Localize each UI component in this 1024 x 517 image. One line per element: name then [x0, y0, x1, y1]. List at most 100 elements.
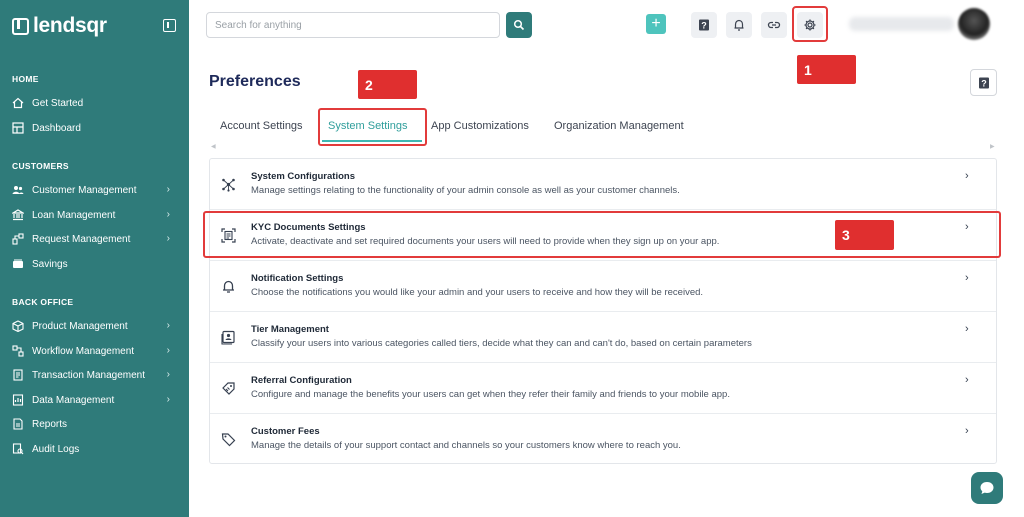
chevron-right-icon: › — [965, 374, 969, 386]
chat-support-button[interactable] — [971, 472, 1003, 504]
tag-icon — [220, 431, 236, 447]
sidebar: lendsqr HOME Get Started Dashboard CUSTO… — [0, 0, 189, 517]
sidebar-item-label: Customer Management — [32, 184, 137, 196]
tab-scroll-left-icon[interactable]: ◀ — [211, 143, 216, 150]
svg-text:?: ? — [981, 78, 987, 88]
tab-scroll-right-icon[interactable]: ▶ — [990, 143, 995, 150]
kyc-row-highlight-box — [203, 211, 1001, 258]
help-button[interactable]: ? — [691, 12, 717, 38]
settings-row-referral-configuration[interactable]: Referral Configuration Configure and man… — [210, 363, 996, 414]
avatar[interactable] — [958, 8, 990, 40]
sidebar-item-transaction-management[interactable]: Transaction Management › — [12, 365, 177, 385]
chevron-right-icon: › — [166, 233, 170, 244]
annotation-callout-2: 2 — [358, 70, 417, 99]
chevron-right-icon: › — [965, 170, 969, 182]
audit-icon — [12, 443, 24, 455]
chevron-right-icon: › — [166, 209, 170, 220]
setting-title: Tier Management — [251, 324, 329, 335]
sidebar-item-request-management[interactable]: Request Management › — [12, 229, 177, 249]
sidebar-item-label: Reports — [32, 418, 68, 430]
transaction-icon — [12, 369, 24, 381]
sidebar-item-savings[interactable]: Savings — [12, 254, 177, 274]
search-icon — [513, 19, 525, 31]
svg-text:?: ? — [701, 21, 707, 31]
bell-icon — [220, 278, 236, 294]
setting-description: Manage the details of your support conta… — [251, 440, 681, 451]
sidebar-collapse-icon[interactable] — [163, 19, 176, 32]
setting-description: Classify your users into various categor… — [251, 338, 752, 349]
referral-icon — [220, 380, 236, 396]
product-icon — [12, 320, 24, 332]
logo-icon — [12, 17, 29, 35]
reports-icon — [12, 418, 24, 430]
network-icon — [220, 176, 236, 192]
link-button[interactable] — [761, 12, 787, 38]
chevron-right-icon: › — [166, 320, 170, 331]
workflow-icon — [12, 345, 24, 357]
bell-icon — [734, 19, 744, 31]
sidebar-item-label: Workflow Management — [32, 345, 135, 357]
sidebar-item-label: Audit Logs — [32, 443, 80, 455]
sidebar-item-label: Transaction Management — [32, 369, 146, 381]
search-input[interactable] — [206, 12, 500, 38]
settings-row-customer-fees[interactable]: Customer Fees Manage the details of your… — [210, 414, 996, 465]
home-icon — [12, 97, 24, 109]
sidebar-item-label: Savings — [32, 258, 68, 270]
page-help-button[interactable]: ? — [970, 69, 997, 96]
tab-organization-management[interactable]: Organization Management — [554, 120, 684, 132]
chevron-right-icon: › — [965, 272, 969, 284]
user-name-blurred[interactable] — [849, 17, 954, 31]
request-icon — [12, 233, 24, 245]
chevron-right-icon: › — [166, 345, 170, 356]
brand-name: lendsqr — [33, 14, 107, 37]
id-card-icon — [220, 329, 236, 345]
data-icon — [12, 394, 24, 406]
sidebar-item-workflow-management[interactable]: Workflow Management › — [12, 341, 177, 361]
chat-bubble-icon — [980, 482, 994, 494]
help-book-icon: ? — [978, 77, 989, 88]
sidebar-item-label: Get Started — [32, 97, 84, 109]
sidebar-item-customer-management[interactable]: Customer Management › — [12, 180, 177, 200]
notifications-button[interactable] — [726, 12, 752, 38]
setting-description: Choose the notifications you would like … — [251, 287, 704, 298]
setting-title: Customer Fees — [251, 426, 320, 437]
sidebar-item-reports[interactable]: Reports — [12, 414, 177, 434]
dashboard-icon — [12, 122, 24, 134]
setting-title: System Configurations — [251, 171, 355, 182]
sidebar-item-loan-management[interactable]: Loan Management › — [12, 205, 177, 225]
sidebar-item-label: Data Management — [32, 394, 115, 406]
add-button[interactable]: + — [646, 14, 666, 34]
setting-title: Notification Settings — [251, 273, 344, 284]
bank-icon — [12, 209, 24, 221]
help-book-icon: ? — [699, 19, 709, 31]
sidebar-item-label: Dashboard — [32, 122, 81, 134]
settings-row-tier-management[interactable]: Tier Management Classify your users into… — [210, 312, 996, 363]
settings-row-system-configurations[interactable]: System Configurations Manage settings re… — [210, 159, 996, 210]
section-title-customers: CUSTOMERS — [12, 161, 69, 171]
tab-highlight-box — [318, 108, 427, 146]
sidebar-item-label: Loan Management — [32, 209, 116, 221]
search-button[interactable] — [506, 12, 532, 38]
tab-app-customizations[interactable]: App Customizations — [431, 120, 529, 132]
annotation-callout-1: 1 — [797, 55, 856, 84]
brand-logo[interactable]: lendsqr — [12, 14, 107, 38]
setting-description: Manage settings relating to the function… — [251, 185, 680, 196]
sidebar-item-product-management[interactable]: Product Management › — [12, 316, 177, 336]
chevron-right-icon: › — [166, 394, 170, 405]
page-title: Preferences — [209, 73, 301, 90]
sidebar-item-data-management[interactable]: Data Management › — [12, 390, 177, 410]
savings-icon — [12, 258, 24, 270]
tab-account-settings[interactable]: Account Settings — [220, 120, 303, 132]
sidebar-item-dashboard[interactable]: Dashboard — [12, 118, 177, 138]
chevron-right-icon: › — [166, 184, 170, 195]
setting-title: Referral Configuration — [251, 375, 352, 386]
settings-row-notification-settings[interactable]: Notification Settings Choose the notific… — [210, 261, 996, 312]
sidebar-item-label: Product Management — [32, 320, 128, 332]
users-icon — [12, 184, 24, 196]
section-title-back-office: BACK OFFICE — [12, 297, 74, 307]
settings-highlight-box — [792, 6, 828, 42]
sidebar-item-audit-logs[interactable]: Audit Logs — [12, 439, 177, 459]
chevron-right-icon: › — [965, 323, 969, 335]
link-icon — [767, 21, 781, 29]
sidebar-item-get-started[interactable]: Get Started — [12, 93, 177, 113]
